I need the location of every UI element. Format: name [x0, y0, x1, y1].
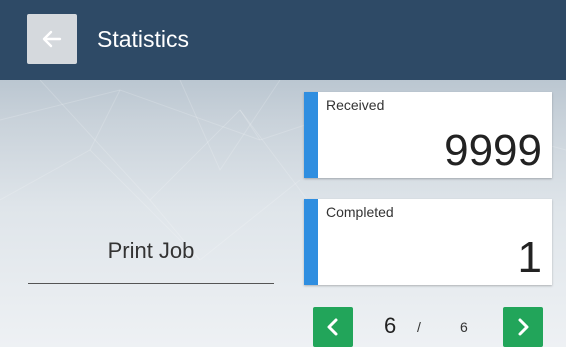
- page-title: Statistics: [97, 26, 190, 52]
- chevron-left-icon: [327, 318, 338, 336]
- chevron-right-icon: [518, 318, 529, 336]
- back-button[interactable]: [27, 14, 77, 64]
- previous-page-button[interactable]: [313, 307, 353, 347]
- app-header: Statistics: [0, 0, 566, 80]
- statistics-screen: Statistics Received 9999 Completed 1 Pri…: [0, 0, 566, 347]
- arrow-left-icon: [42, 30, 62, 48]
- card-accent-bar: [304, 92, 318, 178]
- received-label: Received: [326, 97, 385, 113]
- card-accent-bar: [304, 199, 318, 285]
- completed-counter-card: Completed 1: [304, 199, 552, 285]
- page-separator: /: [417, 319, 421, 335]
- received-value: 9999: [444, 126, 542, 175]
- page-total: 6: [460, 319, 468, 335]
- job-category-label: Print Job: [107, 238, 195, 263]
- completed-label: Completed: [326, 204, 394, 220]
- page-current: 6: [384, 313, 397, 338]
- completed-value: 1: [517, 233, 542, 282]
- next-page-button[interactable]: [503, 307, 543, 347]
- job-category-underline: [28, 283, 274, 284]
- received-counter-card: Received 9999: [304, 92, 552, 178]
